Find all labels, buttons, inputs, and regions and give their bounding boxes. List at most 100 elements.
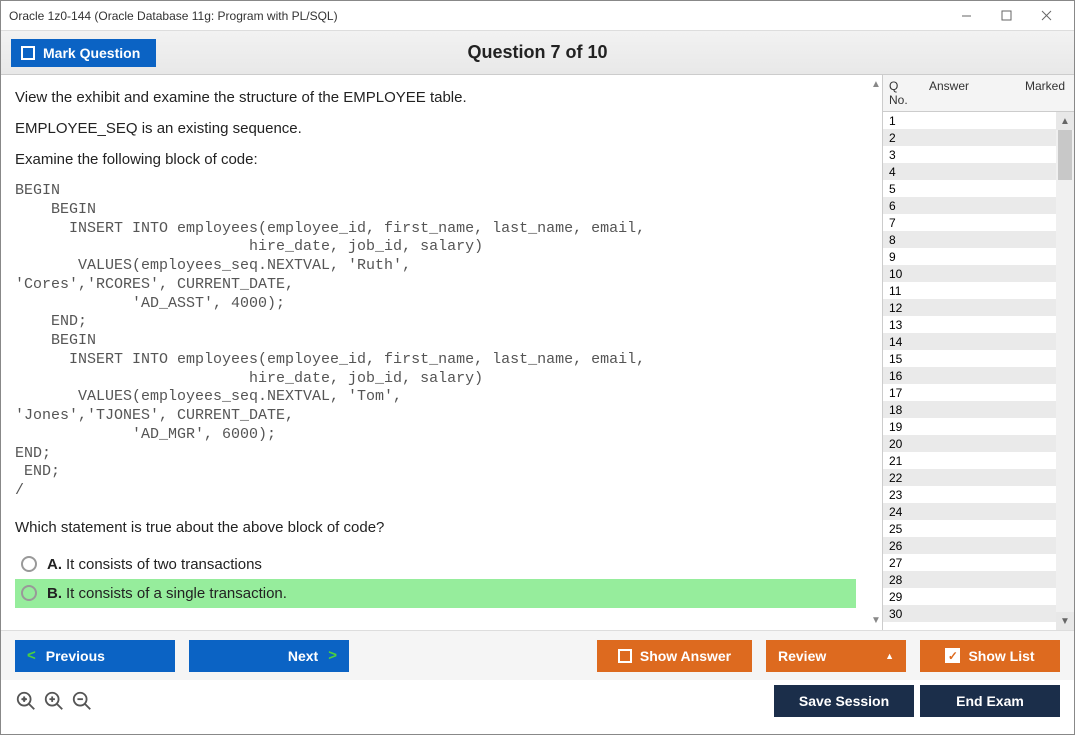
row-qno: 30 xyxy=(883,607,923,621)
question-list-row[interactable]: 9 xyxy=(883,248,1056,265)
scroll-track[interactable] xyxy=(1056,130,1074,612)
content-scroll-indicator[interactable]: ▲ ▼ xyxy=(870,75,882,630)
question-list-row[interactable]: 4 xyxy=(883,163,1056,180)
question-list-row[interactable]: 26 xyxy=(883,537,1056,554)
mark-question-button[interactable]: Mark Question xyxy=(11,39,156,67)
question-para: View the exhibit and examine the structu… xyxy=(15,89,856,106)
question-list-row[interactable]: 1 xyxy=(883,112,1056,129)
question-prompt: Which statement is true about the above … xyxy=(15,519,856,536)
dropdown-icon: ▲ xyxy=(885,651,894,661)
scroll-thumb[interactable] xyxy=(1058,130,1072,180)
row-qno: 24 xyxy=(883,505,923,519)
question-list-row[interactable]: 16 xyxy=(883,367,1056,384)
question-list-row[interactable]: 8 xyxy=(883,231,1056,248)
question-list-header: Q No. Answer Marked xyxy=(883,75,1074,112)
show-list-button[interactable]: ✓ Show List xyxy=(920,640,1060,672)
question-list-row[interactable]: 2 xyxy=(883,129,1056,146)
zoom-in-button[interactable] xyxy=(43,690,65,712)
end-exam-button[interactable]: End Exam xyxy=(920,685,1060,717)
question-list-row[interactable]: 17 xyxy=(883,384,1056,401)
maximize-button[interactable] xyxy=(986,1,1026,31)
previous-button[interactable]: < Previous xyxy=(15,640,175,672)
question-list-panel: Q No. Answer Marked 12345678910111213141… xyxy=(882,75,1074,630)
question-para: EMPLOYEE_SEQ is an existing sequence. xyxy=(15,120,856,137)
question-list-row[interactable]: 18 xyxy=(883,401,1056,418)
show-answer-label: Show Answer xyxy=(640,648,731,664)
question-list-scrollbar[interactable]: ▲ ▼ xyxy=(1056,112,1074,630)
zoom-out-button[interactable] xyxy=(71,690,93,712)
question-list-row[interactable]: 5 xyxy=(883,180,1056,197)
row-qno: 16 xyxy=(883,369,923,383)
question-list-row[interactable]: 19 xyxy=(883,418,1056,435)
question-list-row[interactable]: 3 xyxy=(883,146,1056,163)
zoom-bar: Save Session End Exam xyxy=(1,680,1074,722)
mark-checkbox-icon xyxy=(21,46,35,60)
end-exam-label: End Exam xyxy=(956,693,1024,709)
header-qno: Q No. xyxy=(883,75,923,111)
question-body: View the exhibit and examine the structu… xyxy=(1,75,870,630)
row-qno: 21 xyxy=(883,454,923,468)
question-list-row[interactable]: 12 xyxy=(883,299,1056,316)
question-list-row[interactable]: 27 xyxy=(883,554,1056,571)
question-list-row[interactable]: 28 xyxy=(883,571,1056,588)
row-qno: 27 xyxy=(883,556,923,570)
question-list-row[interactable]: 24 xyxy=(883,503,1056,520)
row-qno: 1 xyxy=(883,114,923,128)
question-list-row[interactable]: 13 xyxy=(883,316,1056,333)
row-qno: 25 xyxy=(883,522,923,536)
question-list-row[interactable]: 25 xyxy=(883,520,1056,537)
question-list-row[interactable]: 6 xyxy=(883,197,1056,214)
row-qno: 23 xyxy=(883,488,923,502)
minimize-button[interactable] xyxy=(946,1,986,31)
content-pane: View the exhibit and examine the structu… xyxy=(1,75,882,630)
row-qno: 17 xyxy=(883,386,923,400)
zoom-reset-button[interactable] xyxy=(15,690,37,712)
row-qno: 11 xyxy=(883,284,923,298)
options-list: A. It consists of two transactionsB. It … xyxy=(15,550,856,608)
chevron-left-icon: < xyxy=(27,647,36,664)
show-answer-button[interactable]: Show Answer xyxy=(597,640,752,672)
question-list-row[interactable]: 20 xyxy=(883,435,1056,452)
close-button[interactable] xyxy=(1026,1,1066,31)
answer-option[interactable]: B. It consists of a single transaction. xyxy=(15,579,856,608)
next-label: Next xyxy=(288,648,318,664)
row-qno: 15 xyxy=(883,352,923,366)
toolbar: Mark Question Question 7 of 10 xyxy=(1,31,1074,75)
scroll-up-icon[interactable]: ▲ xyxy=(1056,112,1074,130)
next-button[interactable]: Next > xyxy=(189,640,349,672)
option-letter: A. xyxy=(47,556,62,573)
review-button[interactable]: Review ▲ xyxy=(766,640,906,672)
row-qno: 8 xyxy=(883,233,923,247)
save-session-button[interactable]: Save Session xyxy=(774,685,914,717)
row-qno: 7 xyxy=(883,216,923,230)
save-session-label: Save Session xyxy=(799,693,889,709)
scroll-down-icon[interactable]: ▼ xyxy=(1056,612,1074,630)
question-list-row[interactable]: 10 xyxy=(883,265,1056,282)
row-qno: 18 xyxy=(883,403,923,417)
question-para: Examine the following block of code: xyxy=(15,151,856,168)
question-list-row[interactable]: 21 xyxy=(883,452,1056,469)
question-list-row[interactable]: 29 xyxy=(883,588,1056,605)
question-list-row[interactable]: 30 xyxy=(883,605,1056,622)
row-qno: 20 xyxy=(883,437,923,451)
question-list-row[interactable]: 7 xyxy=(883,214,1056,231)
row-qno: 14 xyxy=(883,335,923,349)
row-qno: 26 xyxy=(883,539,923,553)
question-list-row[interactable]: 22 xyxy=(883,469,1056,486)
row-qno: 2 xyxy=(883,131,923,145)
check-icon: ✓ xyxy=(945,648,960,663)
checkbox-icon xyxy=(618,649,632,663)
header-answer: Answer xyxy=(923,75,1019,111)
window-title: Oracle 1z0-144 (Oracle Database 11g: Pro… xyxy=(9,9,338,23)
question-list-row[interactable]: 23 xyxy=(883,486,1056,503)
question-list-row[interactable]: 14 xyxy=(883,333,1056,350)
row-qno: 13 xyxy=(883,318,923,332)
question-list-row[interactable]: 11 xyxy=(883,282,1056,299)
code-block: BEGIN BEGIN INSERT INTO employees(employ… xyxy=(15,182,856,501)
question-list-row[interactable]: 15 xyxy=(883,350,1056,367)
main-area: View the exhibit and examine the structu… xyxy=(1,75,1074,630)
answer-option[interactable]: A. It consists of two transactions xyxy=(15,550,856,579)
row-qno: 5 xyxy=(883,182,923,196)
chevron-right-icon: > xyxy=(328,647,337,664)
question-counter: Question 7 of 10 xyxy=(467,42,607,63)
